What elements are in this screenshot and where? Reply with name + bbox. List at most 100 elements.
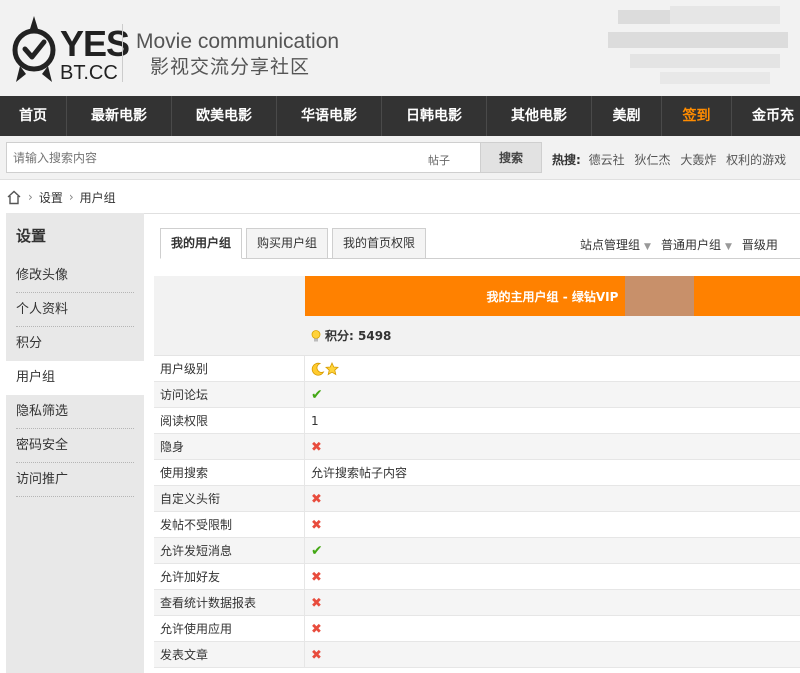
- row-label: 允许发短消息: [154, 538, 305, 563]
- sidebar-item-label: 用户组: [16, 370, 56, 385]
- row-label: 发帖不受限制: [154, 512, 305, 537]
- nav-item-us-tv[interactable]: 美剧: [592, 96, 662, 136]
- table-row: 访问论坛 ✔: [154, 382, 800, 408]
- points-label: 积分:: [325, 329, 354, 343]
- tab-bar: 我的用户组 购买用户组 我的首页权限: [160, 228, 430, 259]
- row-label: 发表文章: [154, 642, 305, 667]
- table-row: 允许使用应用 ✖: [154, 616, 800, 642]
- nav-item-coin-recharge[interactable]: 金币充: [732, 96, 800, 136]
- star-icon: [325, 362, 339, 376]
- nav-item-jpkr-movies[interactable]: 日韩电影: [382, 96, 487, 136]
- sidebar-item-privacy[interactable]: 隐私筛选: [6, 395, 144, 429]
- hot-search-label: 热搜:: [552, 153, 581, 167]
- row-value: ✖: [305, 486, 800, 511]
- chevron-right-icon: ›: [28, 190, 33, 204]
- sidebar-item-label: 修改头像: [16, 268, 69, 283]
- usergroup-title: 我的主用户组 - 绿钻VIP: [486, 290, 619, 304]
- row-value: ✔: [305, 382, 800, 407]
- usergroup-table: 我的主用户组 - 绿钻VIP 积分: 5498 用户级别 访问论坛 ✔ 阅读权限…: [154, 276, 800, 668]
- breadcrumb: › 设置 › 用户组: [6, 186, 116, 208]
- cross-icon: ✖: [311, 570, 322, 585]
- table-row: 隐身 ✖: [154, 434, 800, 460]
- group-link-label: 晋级用: [741, 238, 778, 252]
- sidebar-item-profile[interactable]: 个人资料: [6, 293, 144, 327]
- home-icon[interactable]: [6, 190, 22, 205]
- search-button[interactable]: 搜索: [480, 142, 542, 173]
- row-label: 隐身: [154, 434, 305, 459]
- row-value: [305, 356, 800, 381]
- sidebar-item-usergroup[interactable]: 用户组: [6, 361, 144, 395]
- check-icon: ✔: [311, 543, 323, 559]
- nav-item-latest-movies[interactable]: 最新电影: [67, 96, 172, 136]
- search-input[interactable]: [6, 142, 480, 173]
- check-icon: ✔: [311, 387, 323, 403]
- points-value: 5498: [358, 329, 392, 343]
- table-row: 查看统计数据报表 ✖: [154, 590, 800, 616]
- row-label: 访问论坛: [154, 382, 305, 407]
- sidebar-item-promotion[interactable]: 访问推广: [6, 463, 144, 497]
- hot-search-link[interactable]: 大轰炸: [680, 153, 716, 167]
- table-row: 自定义头衔 ✖: [154, 486, 800, 512]
- usergroup-title-cell: 我的主用户组 - 绿钻VIP: [305, 276, 800, 316]
- row-value: 1: [311, 414, 319, 428]
- hot-search-link[interactable]: 权利的游戏: [726, 153, 786, 167]
- usergroup-header-row: 我的主用户组 - 绿钻VIP: [154, 276, 800, 316]
- nav-item-checkin[interactable]: 签到: [662, 96, 732, 136]
- dropdown-arrow-icon: ▼: [644, 242, 651, 252]
- nav-item-western-movies[interactable]: 欧美电影: [172, 96, 277, 136]
- header-divider: [122, 24, 123, 82]
- sidebar-item-password[interactable]: 密码安全: [6, 429, 144, 463]
- tab-my-usergroup[interactable]: 我的用户组: [160, 228, 243, 259]
- group-link-admin[interactable]: 站点管理组 ▼: [580, 236, 651, 253]
- logo-icon[interactable]: [12, 14, 56, 86]
- lightbulb-icon: [311, 330, 321, 342]
- breadcrumb-usergroup[interactable]: 用户组: [80, 189, 116, 206]
- row-value: ✖: [305, 434, 800, 459]
- table-row: 阅读权限 1: [154, 408, 800, 434]
- hot-search-link[interactable]: 德云社: [589, 153, 625, 167]
- sidebar-item-label: 隐私筛选: [16, 404, 69, 419]
- group-type-links: 站点管理组 ▼ 普通用户组 ▼ 晋级用: [580, 236, 788, 253]
- group-link-label: 普通用户组: [660, 238, 721, 252]
- sidebar-item-label: 个人资料: [16, 302, 69, 317]
- logo-text[interactable]: YES: [60, 24, 130, 64]
- row-value: ✖: [305, 590, 800, 615]
- row-label: 允许加好友: [154, 564, 305, 589]
- sidebar-item-label: 访问推广: [16, 472, 69, 487]
- main-nav: 首页 最新电影 欧美电影 华语电影 日韩电影 其他电影 美剧 签到 金币充: [0, 96, 800, 136]
- main-content: 我的用户组 购买用户组 我的首页权限 站点管理组 ▼ 普通用户组 ▼ 晋级用 我的主…: [144, 213, 800, 673]
- slogan-chinese: 影视交流分享社区: [150, 56, 311, 78]
- group-link-normal[interactable]: 普通用户组 ▼: [661, 236, 732, 253]
- hot-search-link[interactable]: 狄仁杰: [634, 153, 670, 167]
- tab-home-permissions[interactable]: 我的首页权限: [332, 228, 427, 259]
- group-link-promotion[interactable]: 晋级用: [742, 236, 778, 253]
- row-label: 使用搜索: [154, 460, 305, 485]
- row-value: ✖: [305, 616, 800, 641]
- settings-sidebar: 设置 修改头像 个人资料 积分 用户组 隐私筛选 密码安全 访问推广: [6, 213, 144, 673]
- points-label-cell: [154, 316, 305, 355]
- search-bar: 帖子 搜索 热搜: 德云社 狄仁杰 大轰炸 权利的游戏: [0, 136, 800, 180]
- cross-icon: ✖: [311, 596, 322, 611]
- sidebar-item-credits[interactable]: 积分: [6, 327, 144, 361]
- hot-search: 热搜: 德云社 狄仁杰 大轰炸 权利的游戏: [552, 151, 792, 168]
- nav-item-home[interactable]: 首页: [0, 96, 67, 136]
- cross-icon: ✖: [311, 492, 322, 507]
- logo-subtext[interactable]: BT.CC: [60, 62, 118, 84]
- site-header: YES BT.CC Movie communication 影视交流分享社区: [0, 0, 800, 96]
- tab-buy-usergroup[interactable]: 购买用户组: [246, 228, 329, 259]
- nav-item-other-movies[interactable]: 其他电影: [487, 96, 592, 136]
- nav-item-chinese-movies[interactable]: 华语电影: [277, 96, 382, 136]
- breadcrumb-settings[interactable]: 设置: [39, 189, 63, 206]
- moon-icon: [311, 362, 325, 376]
- row-label: 用户级别: [154, 356, 305, 381]
- sidebar-item-avatar[interactable]: 修改头像: [6, 259, 144, 293]
- table-row: 用户级别: [154, 356, 800, 382]
- search-type-select[interactable]: 帖子: [428, 152, 450, 168]
- row-label: 自定义头衔: [154, 486, 305, 511]
- row-value: ✔: [305, 538, 800, 563]
- group-link-label: 站点管理组: [580, 238, 641, 252]
- row-label: 阅读权限: [154, 408, 305, 433]
- table-row: 允许发短消息 ✔: [154, 538, 800, 564]
- row-value: ✖: [305, 564, 800, 589]
- row-value: 允许搜索帖子内容: [311, 466, 408, 480]
